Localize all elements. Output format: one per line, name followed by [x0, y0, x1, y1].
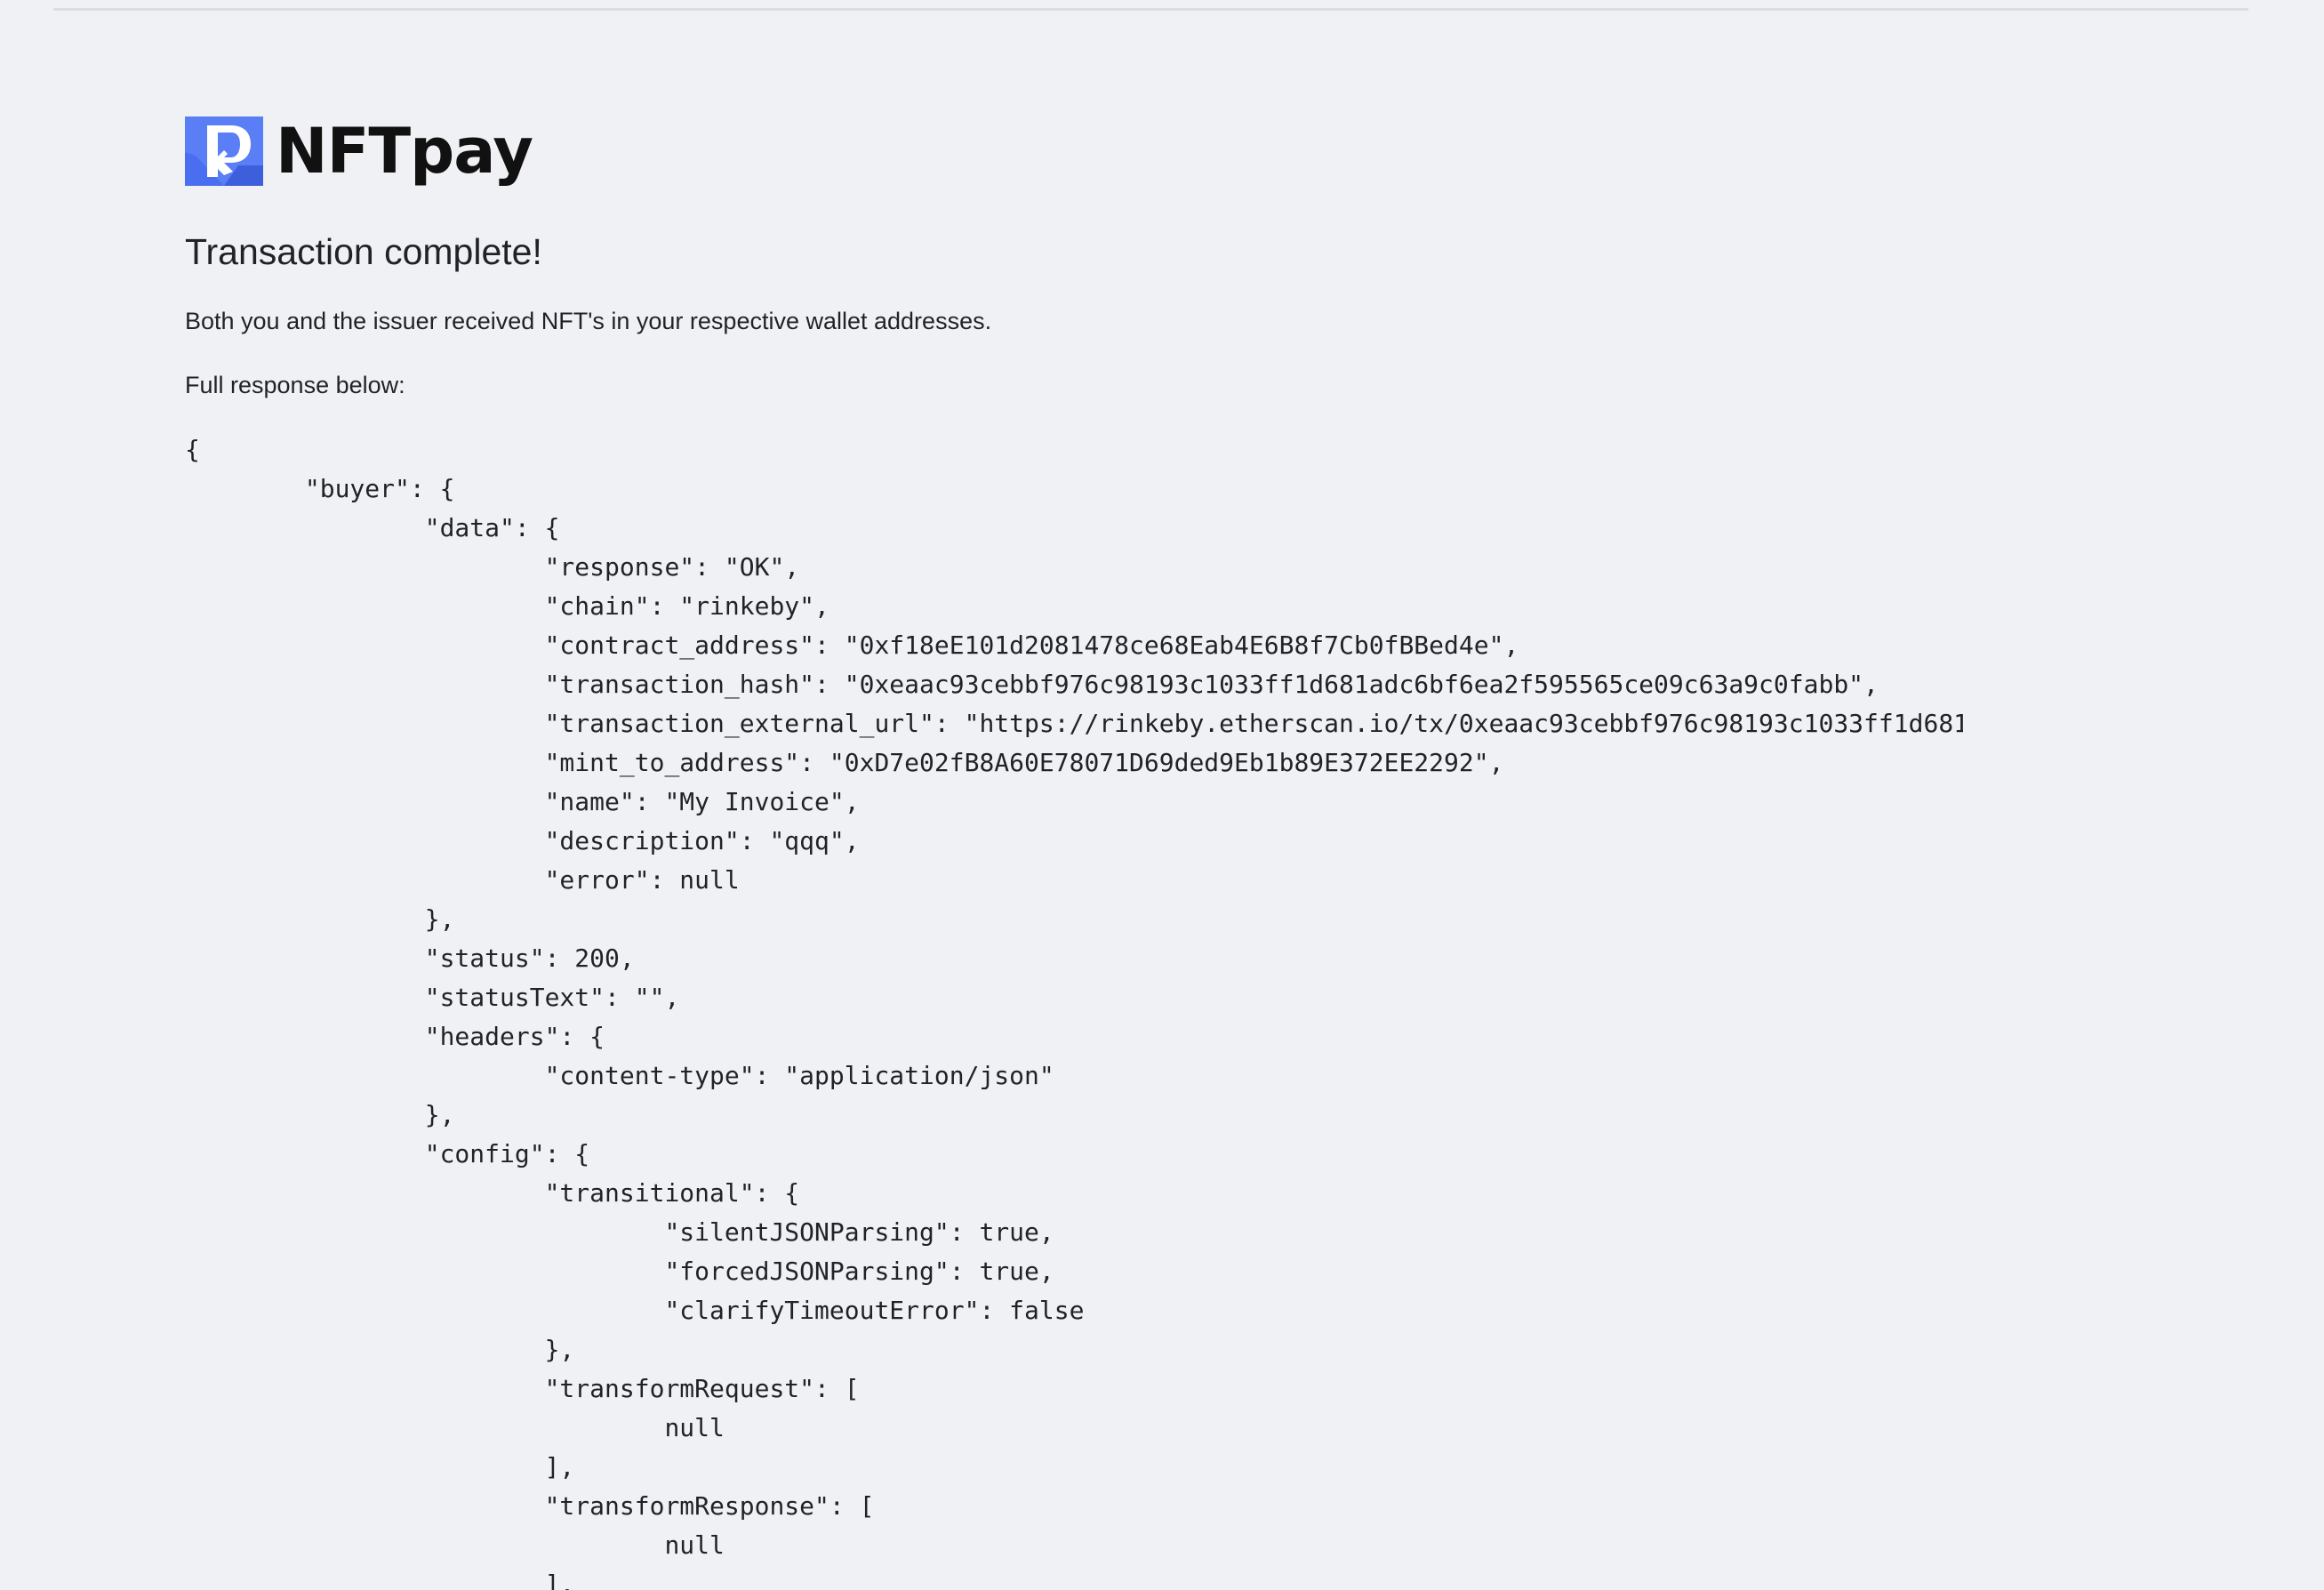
code-line: { [185, 435, 200, 464]
code-line: "data": { [185, 513, 560, 542]
response-json-block[interactable]: { "buyer": { "data": { "response": "OK",… [185, 430, 1963, 1590]
code-line: "mint_to_address": "0xD7e02fB8A60E78071D… [185, 748, 1504, 777]
code-line: "status": 200, [185, 944, 635, 973]
code-line: ], [185, 1452, 575, 1482]
code-line: }, [185, 1100, 455, 1129]
code-line: "transaction_hash": "0xeaac93cebbf976c98… [185, 670, 1879, 699]
code-line: "response": "OK", [185, 552, 800, 582]
brand-header[interactable]: NFTpay [185, 116, 2230, 186]
code-line: "headers": { [185, 1022, 605, 1051]
brand-name: NFTpay [276, 115, 533, 188]
code-line: "config": { [185, 1139, 590, 1168]
code-line: }, [185, 1335, 575, 1364]
code-line: "statusText": "", [185, 983, 680, 1012]
page-content: NFTpay Transaction complete! Both you an… [185, 116, 2230, 398]
code-line: "forcedJSONParsing": true, [185, 1257, 1054, 1286]
code-line: ], [185, 1570, 575, 1590]
code-line: "description": "qqq", [185, 826, 860, 855]
code-line: null [185, 1530, 725, 1560]
code-line: "name": "My Invoice", [185, 787, 860, 816]
code-line: }, [185, 904, 455, 934]
browser-top-bar [0, 0, 2324, 11]
code-line: "contract_address": "0xf18eE101d2081478c… [185, 630, 1519, 660]
code-line: "buyer": { [185, 474, 455, 503]
code-line: "transaction_external_url": "https://rin… [185, 709, 1963, 738]
code-line: "error": null [185, 865, 740, 895]
code-line: "content-type": "application/json" [185, 1061, 1054, 1090]
code-line: "transitional": { [185, 1178, 800, 1208]
top-divider [53, 8, 2248, 11]
nftpay-logo-icon [185, 116, 263, 186]
response-label: Full response below: [185, 372, 405, 398]
code-line: "clarifyTimeoutError": false [185, 1296, 1085, 1325]
page-title: Transaction complete! [185, 231, 542, 272]
code-line: "transformResponse": [ [185, 1491, 875, 1521]
success-message: Both you and the issuer received NFT's i… [185, 308, 992, 334]
code-line: "chain": "rinkeby", [185, 591, 829, 621]
code-line: "transformRequest": [ [185, 1374, 860, 1403]
code-line: "silentJSONParsing": true, [185, 1217, 1054, 1247]
code-line: null [185, 1413, 725, 1442]
